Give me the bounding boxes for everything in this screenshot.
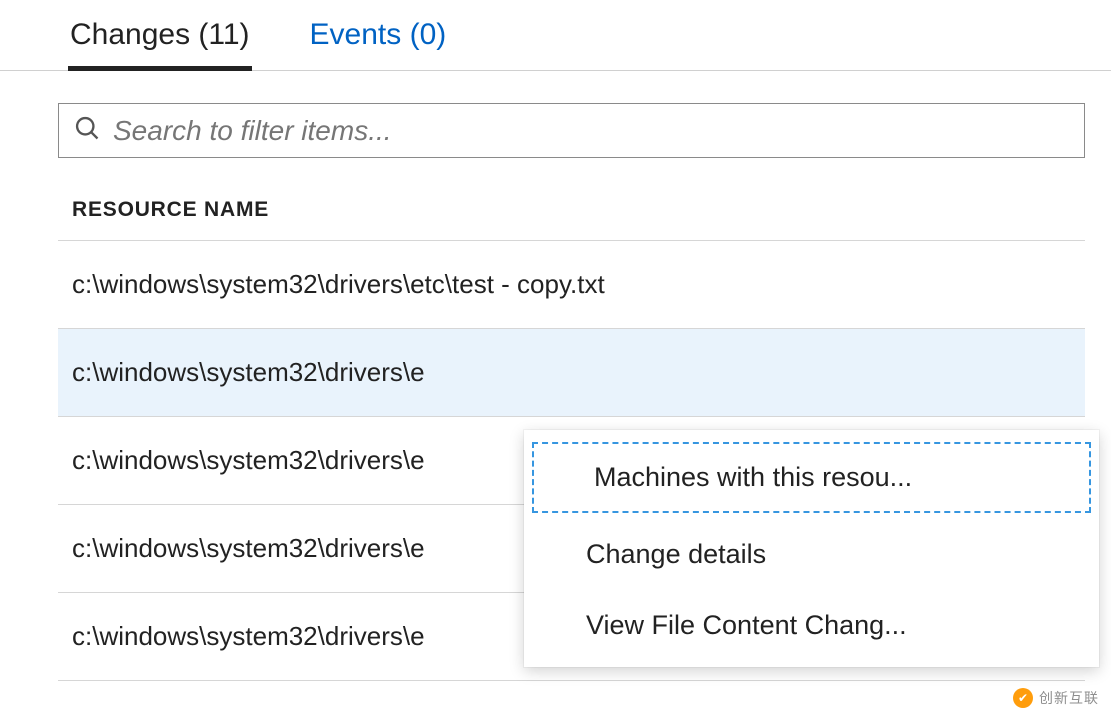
search-icon xyxy=(73,114,101,147)
table-row[interactable]: c:\windows\system32\drivers\etc\test - c… xyxy=(58,241,1085,329)
check-icon xyxy=(1013,688,1033,708)
tab-events[interactable]: Events (0) xyxy=(310,0,447,70)
column-header-resource-name[interactable]: RESOURCE NAME xyxy=(58,198,1085,241)
menu-item-view-file-content-changes[interactable]: View File Content Chang... xyxy=(524,590,1099,661)
tab-changes[interactable]: Changes (11) xyxy=(70,0,250,70)
watermark: 创新互联 xyxy=(1013,688,1099,708)
menu-item-change-details[interactable]: Change details xyxy=(524,519,1099,590)
search-input[interactable] xyxy=(113,115,1070,147)
search-box[interactable] xyxy=(58,103,1085,158)
context-menu: Machines with this resou... Change detai… xyxy=(524,430,1099,667)
watermark-text: 创新互联 xyxy=(1039,688,1099,708)
tabs: Changes (11) Events (0) xyxy=(0,0,1111,71)
menu-item-machines-with-resource[interactable]: Machines with this resou... xyxy=(532,442,1091,513)
search-container xyxy=(58,103,1085,158)
table-row[interactable]: c:\windows\system32\drivers\e xyxy=(58,329,1085,417)
